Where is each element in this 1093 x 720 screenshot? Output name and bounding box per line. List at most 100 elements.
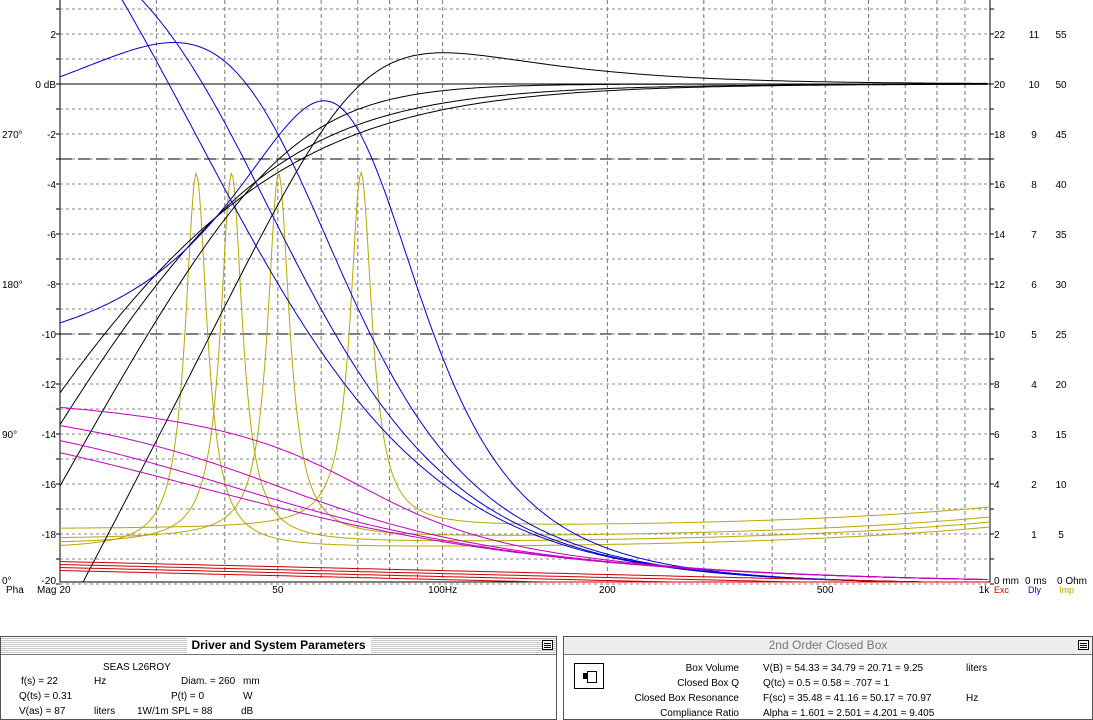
param-vas-unit: liters: [94, 706, 116, 717]
phase-tick-label: 180°: [2, 280, 23, 291]
phase-tick-label: 270°: [2, 130, 23, 141]
group-delay-curve: [59, 42, 988, 583]
excursion-tick-label: 14: [994, 230, 1006, 241]
plot-curves: [59, 0, 991, 583]
impedance-curve: [60, 171, 991, 543]
box-window-titlebar[interactable]: 2nd Order Closed Box: [564, 637, 1092, 655]
box-window-title: 2nd Order Closed Box: [763, 638, 893, 653]
impedance-curve: [60, 170, 991, 529]
excursion-tick-label: 12: [994, 280, 1006, 291]
db-tick-label: -8: [47, 280, 56, 291]
delay-tick-label: 8: [1031, 180, 1037, 191]
excursion-tick-label: 16: [994, 180, 1006, 191]
x-tick-label: 1k: [979, 585, 991, 596]
param-qts[interactable]: Q(ts) = 0.31: [19, 690, 72, 703]
x-tick-label: 500: [817, 585, 834, 596]
impedance-tick-label: 45: [1055, 130, 1067, 141]
x-tick-label: 50: [272, 585, 284, 596]
phase-axis-label: Pha: [6, 585, 24, 596]
impedance-tick-label: 55: [1055, 30, 1067, 41]
delay-tick-label: 1: [1031, 530, 1037, 541]
impedance-tick-label: 5: [1058, 530, 1064, 541]
param-spl[interactable]: 1W/1m SPL = 88: [137, 705, 213, 718]
driver-name: SEAS L26ROY: [103, 662, 171, 673]
param-vas[interactable]: V(as) = 87: [19, 705, 65, 718]
compliance-ratio-label: Compliance Ratio: [660, 708, 739, 719]
param-diam[interactable]: Diam. = 260: [181, 675, 235, 688]
db-tick-label: -2: [47, 130, 56, 141]
excursion-tick-label: 2: [994, 530, 1000, 541]
magnitude-curve: [59, 83, 988, 394]
db-tick-label: -6: [47, 230, 56, 241]
excursion-tick-label: 8: [994, 380, 1000, 391]
param-diam-unit: mm: [243, 676, 260, 687]
delay-tick-label: 5: [1031, 330, 1037, 341]
impedance-tick-label: 30: [1055, 280, 1067, 291]
excursion-curve: [59, 564, 988, 583]
box-resonance-values[interactable]: F(sc) = 35.48 = 41.16 = 50.17 = 70.97: [763, 692, 931, 705]
db-tick-label: 2: [50, 30, 56, 41]
excursion-tick-label: 6: [994, 430, 1000, 441]
impedance-tick-label: 50: [1055, 80, 1067, 91]
legend-dly: Dly: [1028, 585, 1041, 595]
phase-curve: [59, 425, 988, 580]
impedance-tick-label: 35: [1055, 230, 1067, 241]
excursion-tick-label: 10: [994, 330, 1006, 341]
excursion-tick-label: 22: [994, 30, 1006, 41]
excursion-tick-label: 4: [994, 480, 1000, 491]
legend-exc: Exc: [994, 585, 1010, 595]
excursion-tick-label: 20: [994, 80, 1006, 91]
db-tick-label: -14: [42, 430, 57, 441]
group-delay-curve: [59, 100, 988, 583]
driver-parameters-window[interactable]: Driver and System Parameters SEAS L26ROY…: [0, 636, 557, 720]
driver-window-titlebar[interactable]: Driver and System Parameters: [1, 637, 556, 655]
closed-box-icon: [574, 663, 604, 689]
window-menu-icon[interactable]: [1078, 640, 1089, 650]
compliance-ratio-values[interactable]: Alpha = 1.601 = 2.501 = 4.201 = 9.405: [763, 707, 934, 719]
delay-tick-label: 10: [1028, 80, 1040, 91]
db-tick-label: 0 dB: [35, 80, 56, 91]
delay-tick-label: 6: [1031, 280, 1037, 291]
mag-axis-label: Mag: [37, 585, 56, 596]
box-resonance-unit: Hz: [966, 693, 979, 704]
axis-labels: 20 dB-2-4-6-8-10-12-14-16-18-20270°180°9…: [2, 30, 1087, 596]
db-tick-label: -16: [42, 480, 57, 491]
legend-imp: Imp: [1059, 585, 1074, 595]
phase-curve: [59, 452, 988, 581]
box-volume-unit: liters: [966, 663, 988, 674]
box-q-label: Closed Box Q: [677, 678, 739, 689]
delay-tick-label: 9: [1031, 130, 1037, 141]
box-volume-label: Box Volume: [685, 663, 739, 674]
excursion-tick-label: 18: [994, 130, 1006, 141]
db-tick-label: -4: [47, 180, 56, 191]
closed-box-window[interactable]: 2nd Order Closed Box Box Volume V(B) = 5…: [563, 636, 1093, 720]
param-pt-unit: W: [243, 691, 253, 702]
magnitude-curve: [60, 52, 988, 583]
db-tick-label: -10: [42, 330, 57, 341]
impedance-tick-label: 10: [1055, 480, 1067, 491]
x-tick-label: 200: [599, 585, 616, 596]
delay-tick-label: 2: [1031, 480, 1037, 491]
window-menu-icon[interactable]: [542, 640, 553, 650]
delay-tick-label: 7: [1031, 230, 1037, 241]
param-fs-unit: Hz: [94, 676, 107, 687]
driver-window-title: Driver and System Parameters: [186, 638, 371, 653]
delay-tick-label: 11: [1029, 30, 1040, 41]
box-q-values[interactable]: Q(tc) = 0.5 = 0.58 = .707 = 1: [763, 677, 889, 690]
phase-tick-label: 90°: [2, 430, 17, 441]
impedance-tick-label: 20: [1055, 380, 1067, 391]
db-tick-label: -18: [42, 530, 57, 541]
delay-tick-label: 3: [1031, 430, 1037, 441]
box-resonance-label: Closed Box Resonance: [634, 693, 739, 704]
frequency-response-chart: 20 dB-2-4-6-8-10-12-14-16-18-20270°180°9…: [2, 0, 1087, 596]
x-tick-label: 100Hz: [428, 585, 457, 596]
param-pt[interactable]: P(t) = 0: [171, 690, 204, 703]
delay-tick-label: 4: [1031, 380, 1037, 391]
box-volume-values[interactable]: V(B) = 54.33 = 34.79 = 20.71 = 9.25: [763, 662, 923, 675]
plot-frame: [59, 0, 991, 583]
impedance-tick-label: 40: [1055, 180, 1067, 191]
param-spl-unit: dB: [241, 706, 254, 717]
param-fs[interactable]: f(s) = 22: [21, 675, 58, 688]
group-delay-curve: [121, 0, 988, 583]
x-tick-label: 20: [59, 585, 71, 596]
